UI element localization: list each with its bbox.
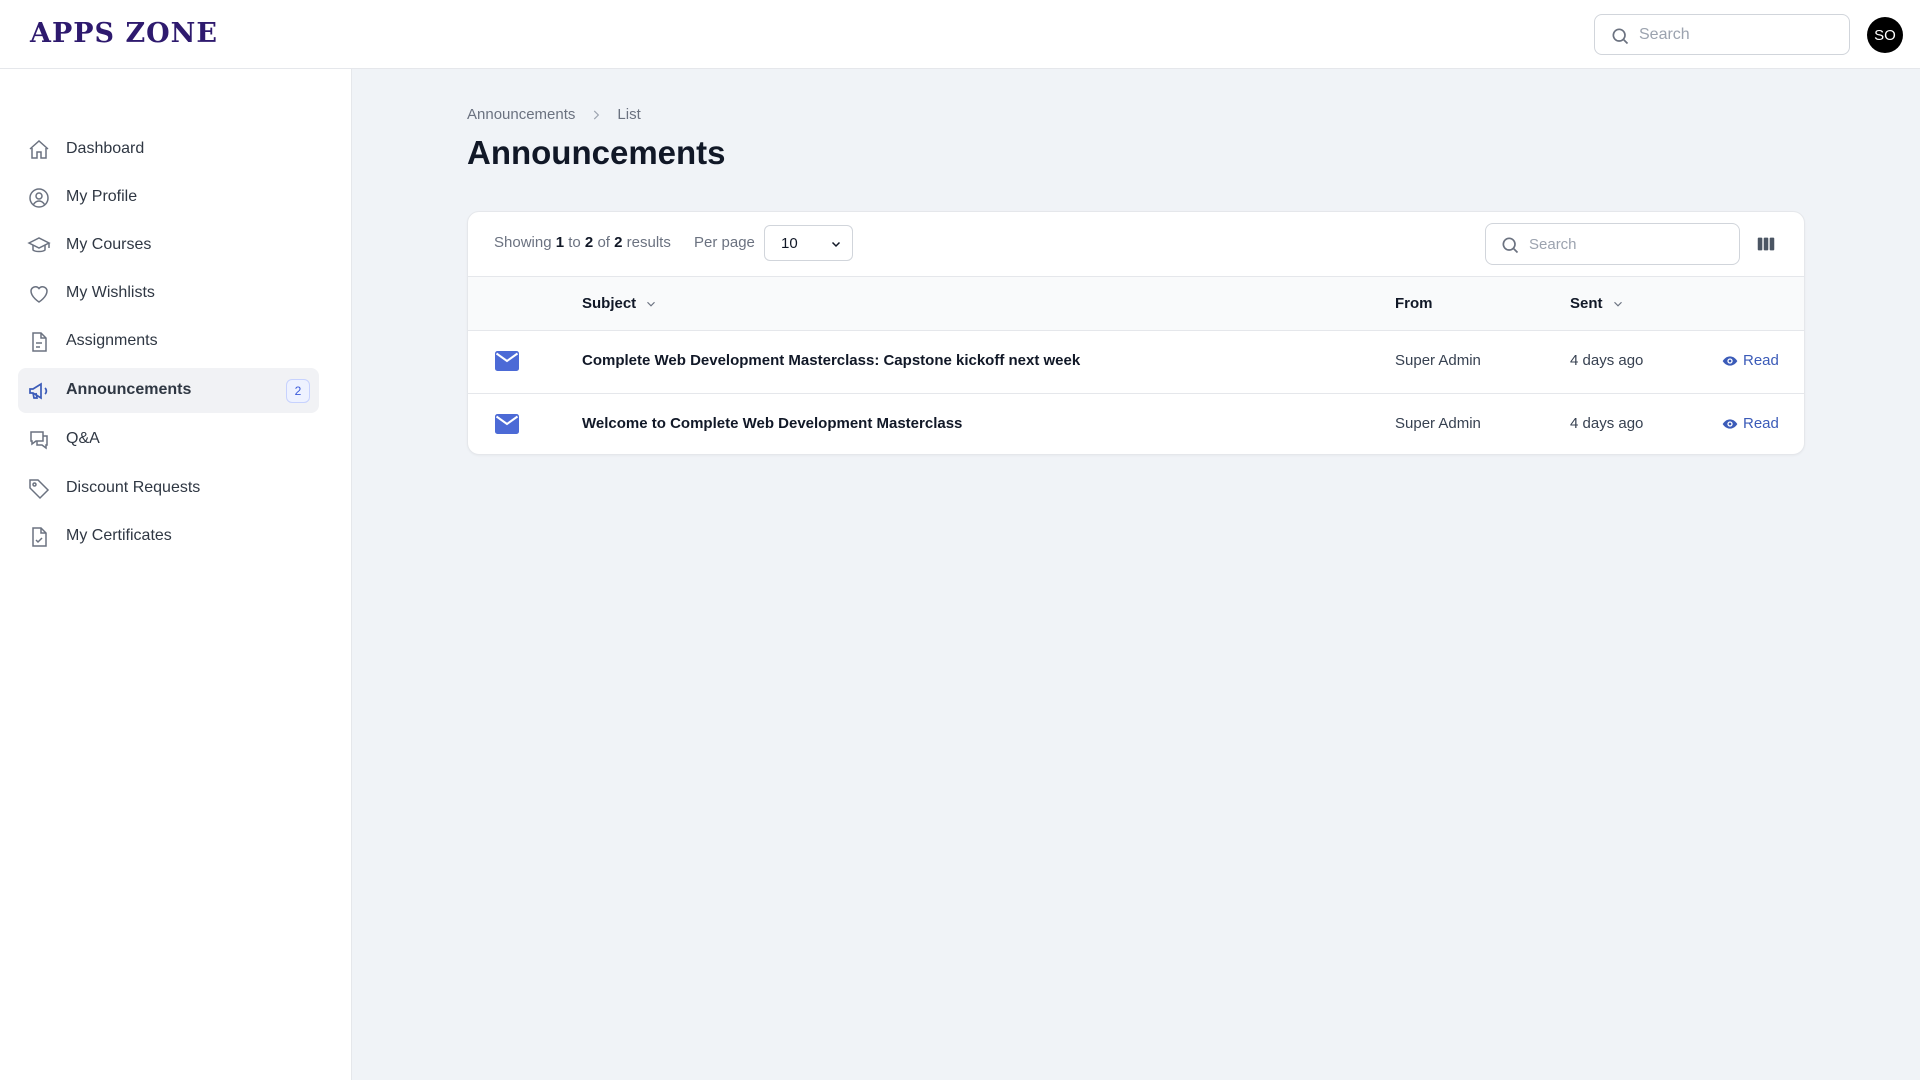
search-icon xyxy=(1612,28,1629,45)
table-search-box[interactable] xyxy=(1485,223,1740,265)
column-header-from: From xyxy=(1395,295,1433,312)
table-header: Subject From Sent xyxy=(468,277,1804,331)
column-header-subject[interactable]: Subject xyxy=(582,295,658,312)
announcement-sent: 4 days ago xyxy=(1570,415,1644,432)
sidebar-item-label: My Courses xyxy=(66,236,152,253)
announcement-from: Super Admin xyxy=(1395,352,1481,369)
sidebar: Dashboard My Profile My Courses My Wishl… xyxy=(0,69,352,1080)
announcement-subject: Complete Web Development Masterclass: Ca… xyxy=(582,352,1081,369)
breadcrumb-current: List xyxy=(617,106,641,123)
search-icon xyxy=(1502,237,1519,254)
sidebar-item-assignments[interactable]: Assignments xyxy=(18,319,319,364)
sidebar-item-announcements[interactable]: Announcements 2 xyxy=(18,368,319,413)
user-avatar[interactable]: SO xyxy=(1867,17,1903,53)
sidebar-item-qa[interactable]: Q&A xyxy=(18,417,319,462)
global-search-box[interactable] xyxy=(1594,14,1850,55)
per-page-select[interactable]: 10 xyxy=(764,225,853,261)
chevron-right-icon xyxy=(594,110,600,119)
sort-chevron-icon xyxy=(647,301,656,307)
sidebar-item-label: Dashboard xyxy=(66,140,145,157)
document-icon xyxy=(32,332,47,352)
breadcrumb-parent-link[interactable]: Announcements xyxy=(467,106,575,123)
sidebar-item-dashboard[interactable]: Dashboard xyxy=(18,127,319,172)
sidebar-item-label: My Wishlists xyxy=(66,284,155,301)
global-search-input[interactable] xyxy=(1639,15,1839,54)
sidebar-item-label: Assignments xyxy=(66,332,158,349)
eye-icon xyxy=(1722,355,1738,366)
document-check-icon xyxy=(32,527,47,547)
announcements-count-badge: 2 xyxy=(286,379,310,403)
chat-bubbles-icon xyxy=(30,431,48,450)
megaphone-icon xyxy=(29,382,48,400)
per-page-value: 10 xyxy=(781,235,798,252)
home-icon xyxy=(29,139,49,159)
sidebar-item-label: My Certificates xyxy=(66,527,172,544)
sidebar-item-my-certificates[interactable]: My Certificates xyxy=(18,514,319,559)
read-action-link[interactable]: Read xyxy=(1722,352,1779,369)
column-header-sent[interactable]: Sent xyxy=(1570,295,1625,312)
breadcrumb: Announcements List xyxy=(467,106,641,123)
chevron-down-icon xyxy=(831,241,841,248)
announcement-sent: 4 days ago xyxy=(1570,352,1644,369)
table-search-input[interactable] xyxy=(1529,224,1729,264)
announcements-table-card: Showing 1 to 2 of 2 results Per page 10 … xyxy=(467,211,1805,455)
sidebar-item-my-wishlists[interactable]: My Wishlists xyxy=(18,271,319,316)
eye-icon xyxy=(1722,418,1738,429)
sidebar-item-my-profile[interactable]: My Profile xyxy=(18,175,319,220)
user-circle-icon xyxy=(29,188,49,208)
announcement-from: Super Admin xyxy=(1395,415,1481,432)
sidebar-item-label: Q&A xyxy=(66,430,100,447)
table-row[interactable]: Complete Web Development Masterclass: Ca… xyxy=(468,331,1804,393)
envelope-icon xyxy=(495,351,519,371)
page-title: Announcements xyxy=(467,134,726,171)
per-page-label: Per page xyxy=(694,234,755,251)
columns-toggle-icon[interactable] xyxy=(1755,233,1777,255)
sort-chevron-icon xyxy=(1613,301,1622,307)
graduation-cap-icon xyxy=(27,237,51,253)
sidebar-item-discount-requests[interactable]: Discount Requests xyxy=(18,466,319,511)
table-row[interactable]: Welcome to Complete Web Development Mast… xyxy=(468,393,1804,454)
results-summary: Showing 1 to 2 of 2 results xyxy=(494,234,671,251)
envelope-icon xyxy=(495,414,519,434)
sidebar-item-label: Announcements xyxy=(66,381,192,398)
sidebar-item-my-courses[interactable]: My Courses xyxy=(18,223,319,268)
top-bar: APPS ZONE SO xyxy=(0,0,1920,69)
announcement-subject: Welcome to Complete Web Development Mast… xyxy=(582,415,963,432)
table-toolbar: Showing 1 to 2 of 2 results Per page 10 xyxy=(468,212,1804,277)
read-action-link[interactable]: Read xyxy=(1722,415,1779,432)
app-logo[interactable]: APPS ZONE xyxy=(30,18,218,49)
heart-icon xyxy=(30,286,48,303)
sidebar-item-label: My Profile xyxy=(66,188,138,205)
tag-icon xyxy=(29,479,50,500)
sidebar-item-label: Discount Requests xyxy=(66,479,201,496)
